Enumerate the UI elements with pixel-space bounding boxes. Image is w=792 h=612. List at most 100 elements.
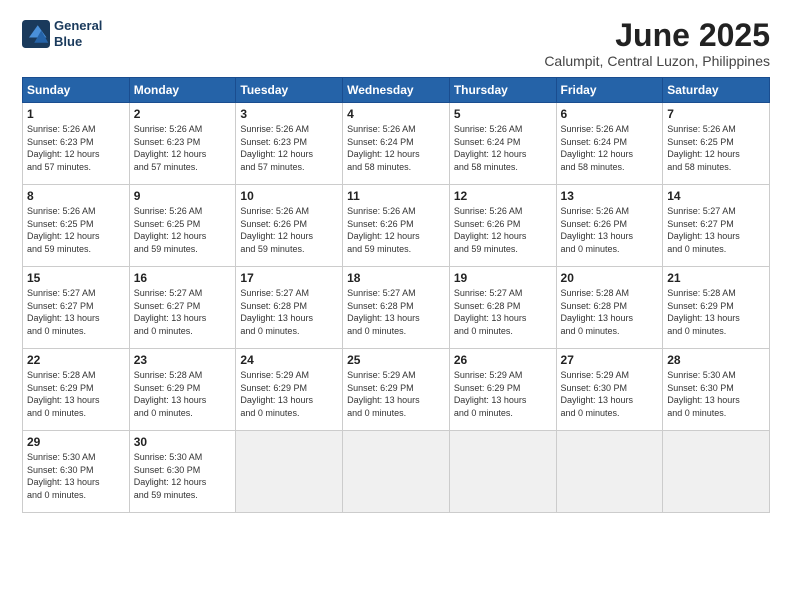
day-cell: 15 Sunrise: 5:27 AMSunset: 6:27 PMDayligh… [23, 267, 130, 349]
day-info: Sunrise: 5:30 AMSunset: 6:30 PMDaylight:… [134, 452, 207, 500]
day-cell: 16 Sunrise: 5:27 AMSunset: 6:27 PMDayligh… [129, 267, 236, 349]
day-info: Sunrise: 5:26 AMSunset: 6:24 PMDaylight:… [347, 124, 420, 172]
day-info: Sunrise: 5:26 AMSunset: 6:25 PMDaylight:… [134, 206, 207, 254]
day-info: Sunrise: 5:26 AMSunset: 6:23 PMDaylight:… [240, 124, 313, 172]
weekday-header-tuesday: Tuesday [236, 78, 343, 103]
day-cell [663, 431, 770, 513]
day-cell: 29 Sunrise: 5:30 AMSunset: 6:30 PMDayligh… [23, 431, 130, 513]
day-cell: 24 Sunrise: 5:29 AMSunset: 6:29 PMDayligh… [236, 349, 343, 431]
day-number: 28 [667, 353, 765, 367]
title-area: June 2025 Calumpit, Central Luzon, Phili… [544, 18, 770, 69]
day-cell [236, 431, 343, 513]
day-number: 6 [561, 107, 659, 121]
day-cell: 20Sunrise: 5:28 AMSunset: 6:28 PMDayligh… [556, 267, 663, 349]
day-number: 13 [561, 189, 659, 203]
day-number: 1 [27, 107, 125, 121]
logo-line2: Blue [54, 34, 102, 50]
day-cell: 30 Sunrise: 5:30 AMSunset: 6:30 PMDayligh… [129, 431, 236, 513]
day-number: 19 [454, 271, 552, 285]
day-number: 30 [134, 435, 232, 449]
day-number: 7 [667, 107, 765, 121]
day-number: 8 [27, 189, 125, 203]
day-info: Sunrise: 5:27 AMSunset: 6:27 PMDaylight:… [27, 288, 100, 336]
day-cell: 22 Sunrise: 5:28 AMSunset: 6:29 PMDayligh… [23, 349, 130, 431]
day-info: Sunrise: 5:26 AMSunset: 6:26 PMDaylight:… [561, 206, 634, 254]
day-number: 4 [347, 107, 445, 121]
day-info: Sunrise: 5:28 AMSunset: 6:29 PMDaylight:… [134, 370, 207, 418]
day-cell: 11 Sunrise: 5:26 AMSunset: 6:26 PMDayligh… [343, 185, 450, 267]
day-cell: 21 Sunrise: 5:28 AMSunset: 6:29 PMDayligh… [663, 267, 770, 349]
day-number: 9 [134, 189, 232, 203]
header: General Blue June 2025 Calumpit, Central… [22, 18, 770, 69]
day-cell: 6 Sunrise: 5:26 AMSunset: 6:24 PMDaylight… [556, 103, 663, 185]
day-cell: 8 Sunrise: 5:26 AMSunset: 6:25 PMDaylight… [23, 185, 130, 267]
weekday-header-thursday: Thursday [449, 78, 556, 103]
day-cell [556, 431, 663, 513]
calendar-subtitle: Calumpit, Central Luzon, Philippines [544, 53, 770, 69]
day-info: Sunrise: 5:26 AMSunset: 6:26 PMDaylight:… [347, 206, 420, 254]
day-cell: 5 Sunrise: 5:26 AMSunset: 6:24 PMDaylight… [449, 103, 556, 185]
week-row-1: 1 Sunrise: 5:26 AMSunset: 6:23 PMDaylight… [23, 103, 770, 185]
day-info: Sunrise: 5:26 AMSunset: 6:24 PMDaylight:… [561, 124, 634, 172]
day-number: 21 [667, 271, 765, 285]
day-info: Sunrise: 5:29 AMSunset: 6:29 PMDaylight:… [240, 370, 313, 418]
weekday-header-row: SundayMondayTuesdayWednesdayThursdayFrid… [23, 78, 770, 103]
day-info: Sunrise: 5:26 AMSunset: 6:23 PMDaylight:… [134, 124, 207, 172]
day-info: Sunrise: 5:28 AMSunset: 6:29 PMDaylight:… [27, 370, 100, 418]
day-info: Sunrise: 5:26 AMSunset: 6:26 PMDaylight:… [240, 206, 313, 254]
day-info: Sunrise: 5:26 AMSunset: 6:26 PMDaylight:… [454, 206, 527, 254]
day-cell: 3 Sunrise: 5:26 AMSunset: 6:23 PMDaylight… [236, 103, 343, 185]
week-row-3: 15 Sunrise: 5:27 AMSunset: 6:27 PMDayligh… [23, 267, 770, 349]
day-cell: 12Sunrise: 5:26 AMSunset: 6:26 PMDayligh… [449, 185, 556, 267]
day-cell: 25Sunrise: 5:29 AMSunset: 6:29 PMDayligh… [343, 349, 450, 431]
day-number: 15 [27, 271, 125, 285]
day-number: 27 [561, 353, 659, 367]
day-cell: 14Sunrise: 5:27 AMSunset: 6:27 PMDayligh… [663, 185, 770, 267]
day-info: Sunrise: 5:29 AMSunset: 6:29 PMDaylight:… [347, 370, 420, 418]
day-number: 17 [240, 271, 338, 285]
day-number: 29 [27, 435, 125, 449]
day-number: 10 [240, 189, 338, 203]
day-info: Sunrise: 5:30 AMSunset: 6:30 PMDaylight:… [27, 452, 100, 500]
day-number: 14 [667, 189, 765, 203]
day-info: Sunrise: 5:27 AMSunset: 6:28 PMDaylight:… [347, 288, 420, 336]
day-cell: 19 Sunrise: 5:27 AMSunset: 6:28 PMDayligh… [449, 267, 556, 349]
day-cell: 26 Sunrise: 5:29 AMSunset: 6:29 PMDayligh… [449, 349, 556, 431]
weekday-header-wednesday: Wednesday [343, 78, 450, 103]
day-cell: 23Sunrise: 5:28 AMSunset: 6:29 PMDayligh… [129, 349, 236, 431]
day-info: Sunrise: 5:26 AMSunset: 6:25 PMDaylight:… [27, 206, 100, 254]
weekday-header-friday: Friday [556, 78, 663, 103]
day-cell: 4 Sunrise: 5:26 AMSunset: 6:24 PMDaylight… [343, 103, 450, 185]
day-cell: 9 Sunrise: 5:26 AMSunset: 6:25 PMDaylight… [129, 185, 236, 267]
day-number: 26 [454, 353, 552, 367]
day-info: Sunrise: 5:30 AMSunset: 6:30 PMDaylight:… [667, 370, 740, 418]
day-cell: 28 Sunrise: 5:30 AMSunset: 6:30 PMDayligh… [663, 349, 770, 431]
calendar-table: SundayMondayTuesdayWednesdayThursdayFrid… [22, 77, 770, 513]
day-info: Sunrise: 5:28 AMSunset: 6:28 PMDaylight:… [561, 288, 634, 336]
weekday-header-saturday: Saturday [663, 78, 770, 103]
day-number: 5 [454, 107, 552, 121]
day-info: Sunrise: 5:27 AMSunset: 6:27 PMDaylight:… [134, 288, 207, 336]
logo-line1: General [54, 18, 102, 34]
day-info: Sunrise: 5:26 AMSunset: 6:24 PMDaylight:… [454, 124, 527, 172]
calendar-title: June 2025 [544, 18, 770, 53]
week-row-2: 8 Sunrise: 5:26 AMSunset: 6:25 PMDaylight… [23, 185, 770, 267]
day-info: Sunrise: 5:28 AMSunset: 6:29 PMDaylight:… [667, 288, 740, 336]
day-info: Sunrise: 5:26 AMSunset: 6:25 PMDaylight:… [667, 124, 740, 172]
day-number: 16 [134, 271, 232, 285]
day-cell [343, 431, 450, 513]
day-info: Sunrise: 5:26 AMSunset: 6:23 PMDaylight:… [27, 124, 100, 172]
day-info: Sunrise: 5:27 AMSunset: 6:28 PMDaylight:… [454, 288, 527, 336]
day-info: Sunrise: 5:29 AMSunset: 6:29 PMDaylight:… [454, 370, 527, 418]
logo: General Blue [22, 18, 102, 49]
logo-text: General Blue [54, 18, 102, 49]
day-cell: 2Sunrise: 5:26 AMSunset: 6:23 PMDaylight… [129, 103, 236, 185]
day-number: 11 [347, 189, 445, 203]
day-number: 24 [240, 353, 338, 367]
day-number: 22 [27, 353, 125, 367]
day-cell: 1 Sunrise: 5:26 AMSunset: 6:23 PMDaylight… [23, 103, 130, 185]
week-row-4: 22 Sunrise: 5:28 AMSunset: 6:29 PMDayligh… [23, 349, 770, 431]
weekday-header-monday: Monday [129, 78, 236, 103]
day-number: 3 [240, 107, 338, 121]
day-cell: 18Sunrise: 5:27 AMSunset: 6:28 PMDayligh… [343, 267, 450, 349]
